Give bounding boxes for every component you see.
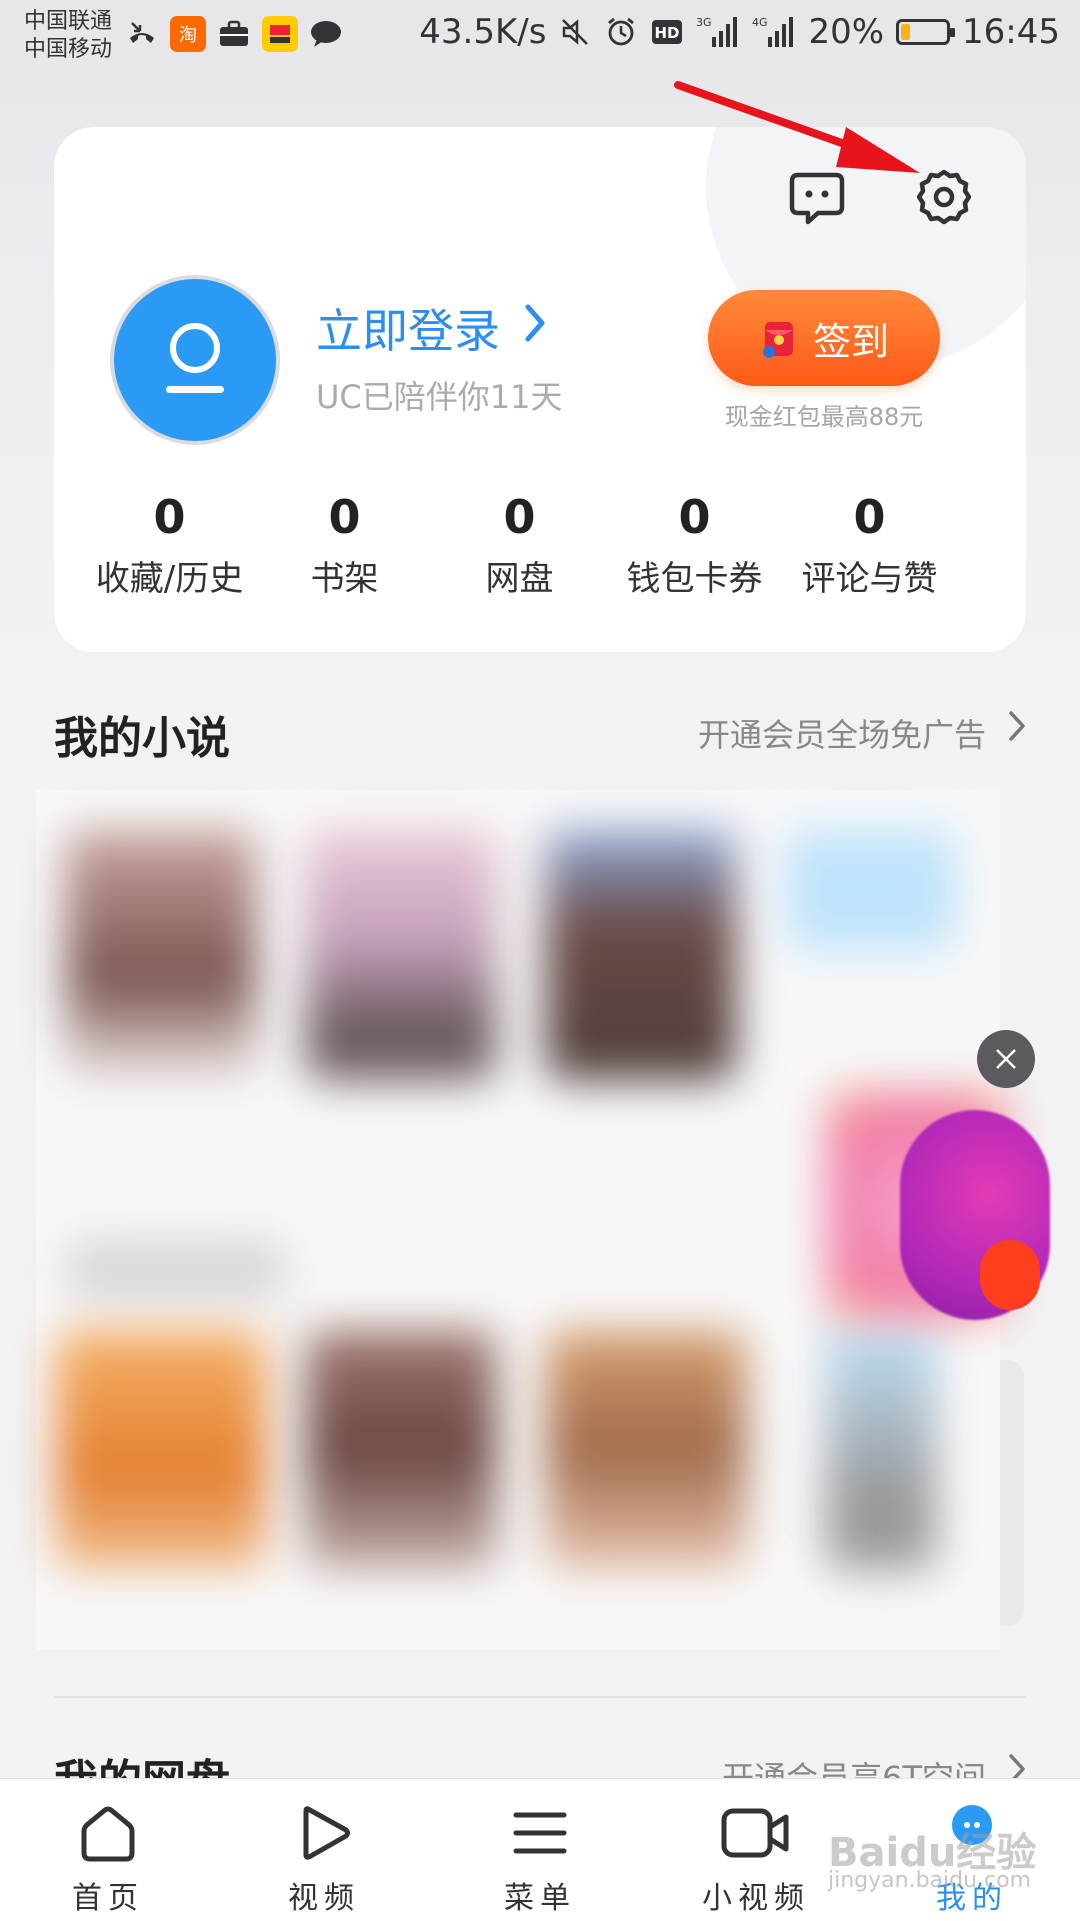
stat-label: 评论与赞 <box>801 559 938 599</box>
stat-bookshelf[interactable]: 0 书架 <box>257 487 432 600</box>
novels-title: 我的小说 <box>54 713 230 764</box>
network-speed: 43.5K/s <box>419 12 547 52</box>
novel-cover[interactable] <box>306 830 496 1080</box>
status-right: 43.5K/s HD 3G 4G 20% 16:45 <box>419 12 1060 52</box>
novel-cover[interactable] <box>56 1330 266 1570</box>
nav-video[interactable]: 视频 <box>216 1779 432 1921</box>
nav-menu[interactable]: 菜单 <box>432 1779 648 1921</box>
red-envelope-icon <box>762 322 793 358</box>
app-icon <box>262 16 298 52</box>
side-card-2 <box>1000 1360 1024 1626</box>
days-with-uc: UC已陪伴你11天 <box>316 378 563 416</box>
menu-icon <box>513 1812 567 1854</box>
novel-cover[interactable] <box>826 1320 936 1570</box>
checkin-label: 签到 <box>812 319 889 364</box>
avatar[interactable] <box>110 275 280 445</box>
novel-cover <box>66 1240 286 1300</box>
carrier-1: 中国联通 <box>24 9 113 34</box>
novel-cover[interactable] <box>546 1330 746 1570</box>
svg-text:3G: 3G <box>696 16 712 29</box>
novels-vip-link[interactable]: 开通会员全场免广告 <box>698 710 986 756</box>
nav-label: 菜单 <box>504 1881 576 1916</box>
notification-icons: 淘 <box>124 16 344 52</box>
nav-home[interactable]: 首页 <box>0 1779 216 1921</box>
hd-icon: HD <box>650 15 684 49</box>
mute-icon <box>558 15 592 49</box>
home-icon <box>81 1806 135 1862</box>
novels-section-header: 我的小说 开通会员全场免广告 <box>54 702 1026 764</box>
login-link[interactable]: 立即登录 <box>316 295 500 361</box>
promo-red-envelope[interactable] <box>980 1240 1040 1310</box>
novel-cover[interactable] <box>786 830 956 950</box>
battery-percent: 20% <box>808 12 885 52</box>
video-camera-icon <box>721 1808 789 1858</box>
alarm-icon <box>604 15 638 49</box>
carrier-2: 中国移动 <box>24 37 113 62</box>
watermark-url: jingyan.baidu.com <box>828 1868 1032 1893</box>
stats-row: 0 收藏/历史 0 书架 0 网盘 0 钱包卡券 0 评论与赞 <box>54 487 1026 600</box>
checkin-subtitle: 现金红包最高88元 <box>724 403 924 431</box>
signal-icon-2: 4G <box>752 15 796 49</box>
chevron-right-icon[interactable] <box>1008 710 1026 746</box>
stat-value: 0 <box>678 490 711 544</box>
stat-comments-likes[interactable]: 0 评论与赞 <box>782 487 957 600</box>
nav-label: 视频 <box>288 1881 360 1916</box>
profile-card: 立即登录 UC已陪伴你11天 签到 现金红包最高88元 0 收藏/历史 0 书架… <box>54 127 1026 652</box>
missed-call-icon <box>124 16 160 52</box>
novel-cover[interactable] <box>546 830 736 1080</box>
signal-icon: 3G <box>696 15 740 49</box>
nav-label: 首页 <box>72 1881 144 1916</box>
clock: 16:45 <box>962 12 1060 52</box>
carrier-info: 中国联通 中国移动 <box>24 8 112 64</box>
chevron-right-icon[interactable] <box>524 303 546 347</box>
stat-favorites-history[interactable]: 0 收藏/历史 <box>82 487 257 600</box>
annotation-arrow <box>674 81 920 173</box>
taobao-icon: 淘 <box>170 16 206 52</box>
close-icon[interactable] <box>977 1030 1035 1088</box>
novel-cover[interactable] <box>66 830 256 1080</box>
stat-label: 收藏/历史 <box>95 559 244 599</box>
checkin-button[interactable]: 签到 <box>708 290 940 386</box>
stat-value: 0 <box>328 490 361 544</box>
battery-fill <box>901 24 911 40</box>
stat-value: 0 <box>503 490 536 544</box>
play-icon <box>303 1806 350 1860</box>
briefcase-icon <box>216 16 252 52</box>
svg-text:4G: 4G <box>752 16 768 29</box>
stat-netdisk[interactable]: 0 网盘 <box>432 487 607 600</box>
stat-label: 钱包卡券 <box>626 559 763 599</box>
stat-value: 0 <box>153 490 186 544</box>
status-bar: 中国联通 中国移动 淘 43.5K/s HD 3G 4G 20% 16:45 <box>0 0 1080 75</box>
svg-text:HD: HD <box>655 24 680 42</box>
battery-icon <box>896 19 956 45</box>
novel-cover[interactable] <box>306 1330 496 1570</box>
stat-wallet-cards[interactable]: 0 钱包卡券 <box>607 487 782 600</box>
stat-label: 书架 <box>310 559 379 599</box>
stat-label: 网盘 <box>485 559 554 599</box>
chat-bubble-icon <box>308 16 344 52</box>
section-divider <box>54 1696 1026 1698</box>
novel-covers-panel <box>36 790 1006 1650</box>
stat-value: 0 <box>853 490 886 544</box>
